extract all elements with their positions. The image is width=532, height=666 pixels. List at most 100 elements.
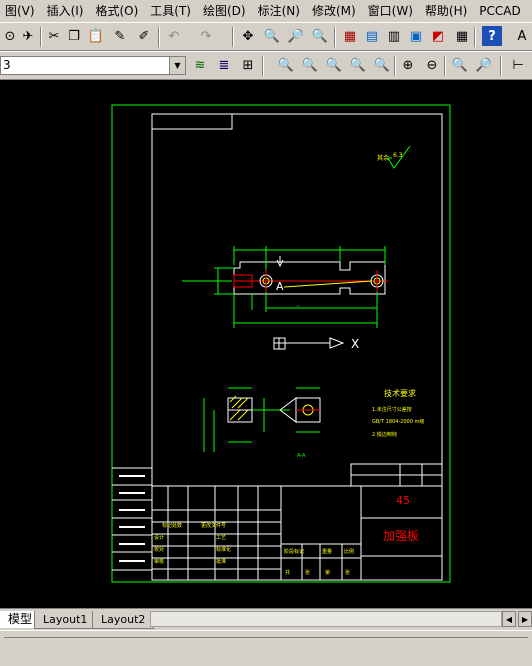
menu-insert[interactable]: 插入(I)	[42, 0, 91, 22]
zoom-realtime-icon[interactable]: 🔍	[262, 26, 282, 46]
menu-pccad[interactable]: PCCAD	[474, 0, 527, 22]
toolbar-separator	[334, 27, 336, 47]
toolbar-separator	[500, 56, 502, 76]
roughness-value: 6.3	[393, 152, 403, 159]
role-1: 设计	[154, 534, 164, 541]
role-4: 工艺	[216, 535, 226, 541]
hatch-line	[283, 280, 373, 288]
title-label-3: 更改文件号	[201, 522, 226, 529]
layers-toolbar: 3 ▼ ≋ ≣ ⊞ 🔍 🔍 🔍 🔍 🔍 ⊕ ⊖ 🔍 🔎 ⊢	[0, 51, 532, 80]
tech-line-3: 2.锐边倒钝	[372, 431, 397, 438]
toolbar-separator	[444, 56, 446, 76]
command-divider	[4, 637, 528, 638]
role-5: 标准化	[216, 546, 231, 553]
paste-icon[interactable]: 📋	[86, 26, 106, 46]
roughness-prefix: 其余	[377, 154, 389, 162]
zoom-center-icon[interactable]: 🔍	[324, 55, 344, 75]
menu-view[interactable]: 图(V)	[0, 0, 42, 22]
plot-preview-icon[interactable]: ⊙	[0, 26, 20, 46]
menu-dimension[interactable]: 标注(N)	[253, 0, 307, 22]
sheet-label-4: 张	[345, 569, 350, 576]
undo-icon[interactable]: ↶	[164, 26, 184, 46]
design-center-icon[interactable]: ▤	[362, 26, 382, 46]
role-2: 校对	[154, 546, 164, 553]
ucs-x-label: X	[351, 337, 359, 351]
block-editor-icon[interactable]: ✐	[134, 26, 154, 46]
text-style-icon[interactable]: A	[512, 26, 532, 46]
pan-icon[interactable]: ✥	[238, 26, 258, 46]
zoom-all-icon[interactable]: 🔍	[372, 55, 392, 75]
drawing-sheet: 6.3 其余 ~ A X A-A 技术要求 1.未注尺寸公差按 GB/T 180…	[111, 104, 451, 583]
zoom-window-icon[interactable]: 🔎	[474, 55, 494, 75]
tech-title: 技术要求	[384, 388, 416, 398]
menu-tools[interactable]: 工具(T)	[145, 0, 198, 22]
calculator-icon[interactable]: ▦	[452, 26, 472, 46]
sheet-code-box	[151, 113, 233, 130]
zoom-window-icon[interactable]: 🔎	[286, 26, 306, 46]
zoom-previous-icon[interactable]: 🔍	[310, 26, 330, 46]
menu-modify[interactable]: 修改(M)	[307, 0, 363, 22]
stage-label-1: 阶段标记	[284, 548, 304, 555]
stage-label-2: 重量	[322, 548, 332, 555]
zoom-in-icon[interactable]: ⊕	[398, 55, 418, 75]
zoom-out-icon[interactable]: ⊖	[422, 55, 442, 75]
zoom-object-icon[interactable]: 🔍	[348, 55, 368, 75]
menu-bar: 图(V) 插入(I) 格式(O) 工具(T) 绘图(D) 标注(N) 修改(M)…	[0, 0, 532, 22]
role-6: 批准	[216, 558, 226, 565]
cut-icon[interactable]: ✂	[44, 26, 64, 46]
layout-tabs: 模型 Layout1 Layout2 ◀ ▶	[0, 608, 532, 630]
material-value: 45	[396, 494, 410, 507]
scroll-left-icon[interactable]: ◀	[502, 611, 516, 627]
tech-line-2: GB/T 1804-2000 m级	[372, 418, 424, 425]
toolbar-separator	[474, 27, 476, 47]
publish-icon[interactable]: ✈	[18, 26, 38, 46]
make-current-icon[interactable]: ⊞	[238, 55, 258, 75]
title-label-2: 处数	[172, 522, 182, 529]
title-label-1: 标记	[162, 522, 172, 529]
sheet-label-2: 张	[305, 569, 310, 576]
zoom-scale-icon[interactable]: 🔍	[300, 55, 320, 75]
markup-icon[interactable]: ◩	[428, 26, 448, 46]
front-view	[233, 261, 388, 295]
section-label-a: A	[276, 280, 284, 293]
layer-combo[interactable]: 3 ▼	[0, 56, 186, 75]
horizontal-scrollbar[interactable]	[150, 611, 502, 627]
role-3: 审核	[154, 558, 164, 565]
menu-format[interactable]: 格式(O)	[90, 0, 145, 22]
drawing-canvas[interactable]: 6.3 其余 ~ A X A-A 技术要求 1.未注尺寸公差按 GB/T 180…	[0, 80, 532, 608]
match-properties-icon[interactable]: ✎	[110, 26, 130, 46]
help-icon[interactable]: ?	[482, 26, 502, 46]
layer-previous-icon[interactable]: ≋	[190, 55, 210, 75]
tech-line-1: 1.未注尺寸公差按	[372, 406, 412, 413]
toolbar-separator	[232, 27, 234, 47]
properties-icon[interactable]: ▦	[340, 26, 360, 46]
menu-window[interactable]: 窗口(W)	[363, 0, 420, 22]
menu-draw[interactable]: 绘图(D)	[198, 0, 253, 22]
scroll-right-icon[interactable]: ▶	[518, 611, 532, 627]
chevron-down-icon[interactable]: ▼	[169, 57, 185, 74]
zoom-extents-icon[interactable]: 🔍	[450, 55, 470, 75]
dimension-linear-icon[interactable]: ⊢	[508, 55, 528, 75]
sheet-set-icon[interactable]: ▣	[406, 26, 426, 46]
redo-icon[interactable]: ↷	[196, 26, 216, 46]
layer-combo-value: 3	[3, 58, 11, 72]
sheet-label-3: 第	[325, 569, 330, 576]
toolbar-separator	[262, 56, 264, 76]
command-area[interactable]	[0, 630, 532, 666]
stage-label-3: 比例	[344, 548, 354, 555]
section-view-label: A-A	[297, 453, 306, 459]
sheet-label-1: 共	[285, 569, 290, 576]
zoom-dynamic-icon[interactable]: 🔍	[276, 55, 296, 75]
left-strip	[112, 467, 152, 571]
toolbar-separator	[158, 27, 160, 47]
tab-layout1[interactable]: Layout1	[34, 611, 97, 629]
tab-layout2[interactable]: Layout2	[92, 611, 155, 629]
layer-manager-icon[interactable]: ≣	[214, 55, 234, 75]
standard-toolbar: ⊙ ✈ ✂ ❐ 📋 ✎ ✐ ↶ ↷ ✥ 🔍 🔎 🔍 ▦ ▤ ▥ ▣ ◩ ▦ ? …	[0, 22, 532, 51]
copy-icon[interactable]: ❐	[64, 26, 84, 46]
menu-help[interactable]: 帮助(H)	[420, 0, 474, 22]
part-name: 加强板	[383, 529, 419, 543]
dim-text: ~	[296, 304, 300, 310]
tool-palettes-icon[interactable]: ▥	[384, 26, 404, 46]
title-block	[151, 463, 443, 581]
